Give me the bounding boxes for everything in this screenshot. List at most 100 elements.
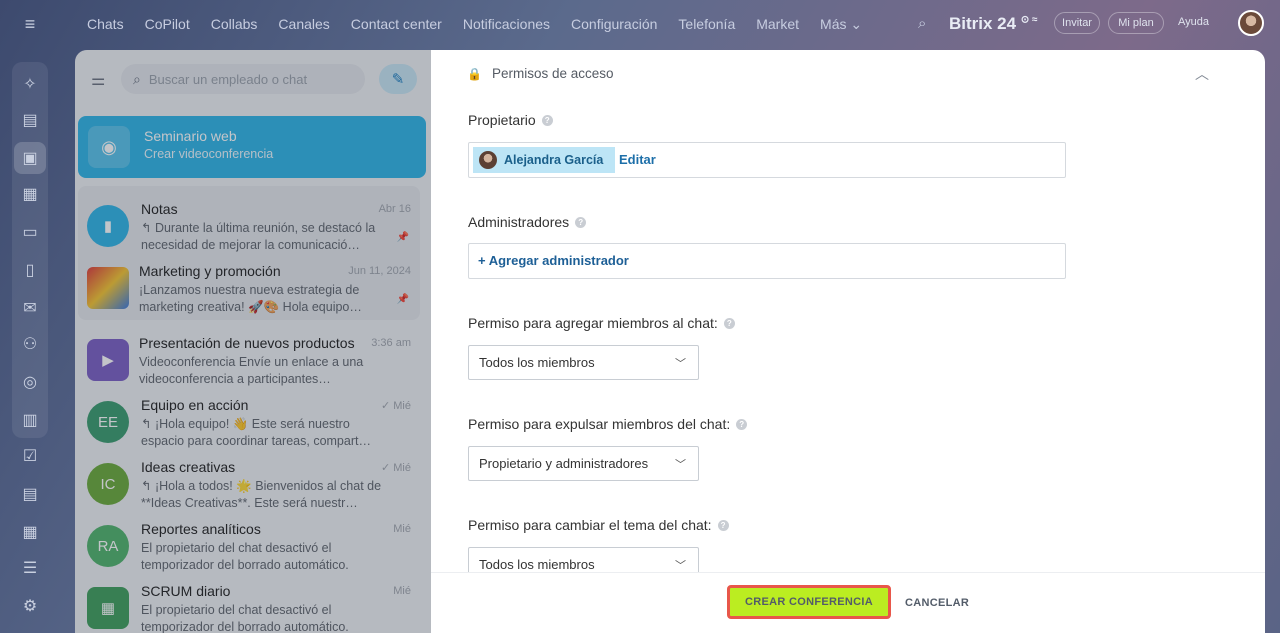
chat-item-marketing[interactable]: Marketing y promoción Jun 11, 2024 ¡Lanz… [75,258,431,320]
chat-date: ✓ Mié [381,462,411,474]
chat-date: Jun 11, 2024 [348,265,411,277]
webinar-item[interactable]: ◉ Seminario web Crear videoconferencia [78,116,426,178]
nav-collabs[interactable]: Collabs [211,16,258,33]
collab-icon[interactable]: ◎ [14,366,46,398]
filter-icon[interactable]: ⚌ [91,70,109,89]
brand-mark: ⊙ ≈ [1020,14,1038,26]
search-placeholder: Buscar un empleado o chat [148,71,308,87]
help-icon[interactable]: ? [723,317,735,329]
invite-button[interactable]: Invitar [1054,12,1100,34]
user-avatar[interactable] [1238,10,1264,36]
help-icon[interactable]: ? [717,519,729,531]
copilot-icon[interactable]: ✧ [14,68,46,100]
kick-members-permission-select[interactable]: Propietario y administradores ﹀ [468,446,699,481]
mail-icon[interactable]: ✉ [14,292,46,324]
chat-name: Presentación de nuevos productos [139,335,355,351]
kick-members-label-text: Permiso para expulsar miembros del chat: [468,416,731,432]
filter-icon[interactable]: ☰ [14,552,46,584]
kick-members-permission-label: Permiso para expulsar miembros del chat:… [468,416,748,432]
drive-icon[interactable]: ▭ [14,216,46,248]
left-rail: ≡ ✧ ▤ ▣ ▦ ▭ ▯ ✉ ⚇ ◎ ▥ ☑ ▤ ▦ ☰ ⚙ [0,0,60,633]
docs-icon[interactable]: ▯ [14,254,46,286]
chat-preview: El propietario del chat desactivó el tem… [141,541,349,572]
owner-name: Alejandra García [504,153,604,167]
chat-item-notas[interactable]: ▮ Notas Abr 16 ↰ Durante la última reuni… [75,196,431,258]
board-icon[interactable]: ▥ [14,404,46,436]
contacts-icon[interactable]: ▤ [14,478,46,510]
groups-icon[interactable]: ⚇ [14,328,46,360]
chevron-down-icon: ﹀ [675,560,686,572]
chat-item-presentacion[interactable]: ▶ Presentación de nuevos productos 3:36 … [75,330,431,392]
new-chat-button[interactable]: ✎ [379,64,417,94]
help-button[interactable]: Ayuda [1178,16,1209,28]
chat-name: Notas [141,201,178,217]
my-plan-button[interactable]: Mi plan [1108,12,1164,34]
chevron-down-icon: ﹀ [675,358,686,370]
chat-search-input[interactable]: ⌕ Buscar un empleado o chat [121,64,365,94]
help-icon[interactable]: ? [541,114,553,126]
chat-name: Equipo en acción [141,397,249,413]
feed-icon[interactable]: ▤ [14,104,46,136]
bookmark-icon: ▮ [87,205,129,247]
edit-owner-link[interactable]: Editar [619,152,656,167]
webinar-subtitle: Crear videoconferencia [144,147,274,161]
nav-market[interactable]: Market [756,16,799,33]
top-search-icon[interactable]: ⌕ [918,15,926,32]
chat-date: 3:36 am [371,337,411,349]
brand-name: Bitrix 24 [949,14,1017,33]
help-icon[interactable]: ? [575,216,587,228]
schedule-icon[interactable]: ▦ [14,516,46,548]
add-admin-link[interactable]: + Agregar administrador [478,253,629,268]
search-icon: ⌕ [133,70,141,87]
nav-copilot[interactable]: CoPilot [145,16,190,33]
owner-chip[interactable]: Alejandra García [473,147,616,173]
chat-date: ✓ Mié [381,400,411,412]
chevron-up-icon[interactable]: ︿ [1195,64,1209,84]
tasks-icon[interactable]: ☑ [14,440,46,472]
add-members-permission-label: Permiso para agregar miembros al chat:? [468,315,735,331]
calendar-icon[interactable]: ▦ [14,178,46,210]
nav-configuracion[interactable]: Configuración [571,16,657,33]
nav-more[interactable]: Más ⌄ [820,16,862,33]
chat-preview: ↰ ¡Hola equipo! 👋 Este será nuestro espa… [141,417,371,448]
chat-icon[interactable]: ▣ [14,142,46,174]
chat-date: Abr 16 [378,203,411,215]
nav-telefonia[interactable]: Telefonía [678,16,735,33]
nav-contact-center[interactable]: Contact center [351,16,442,33]
marketing-avatar [87,267,129,309]
chat-preview: Videoconferencia Envíe un enlace a una v… [139,355,364,386]
add-members-permission-select[interactable]: Todos los miembros ﹀ [468,345,699,380]
owner-field: Alejandra García Editar [468,142,1066,178]
nav-notificaciones[interactable]: Notificaciones [463,16,550,33]
chat-item-scrum[interactable]: ▦ SCRUM diario Mié El propietario del ch… [75,578,431,633]
chat-preview: ¡Lanzamos nuestra nueva estrategia de ma… [139,283,362,314]
chat-initials-avatar: IC [87,463,129,505]
conference-settings-panel: 🔒 Permisos de acceso ︿ Propietario? Alej… [431,50,1265,633]
settings-gear-icon[interactable]: ⚙ [14,590,46,622]
select-value: Todos los miembros [479,355,595,370]
chat-item-equipo[interactable]: EE Equipo en acción ✓ Mié ↰ ¡Hola equipo… [75,392,431,454]
chat-initials-avatar: EE [87,401,129,443]
chat-date: Mié [393,585,411,597]
help-icon[interactable]: ? [736,418,748,430]
calendar-icon: ▦ [87,587,129,629]
pin-icon: 📌 [396,232,409,243]
chat-item-ideas[interactable]: IC Ideas creativas ✓ Mié ↰ ¡Hola a todos… [75,454,431,516]
create-conference-button[interactable]: CREAR CONFERENCIA [727,585,891,619]
chat-date: Mié [393,523,411,535]
nav-chats[interactable]: Chats [87,16,124,33]
add-members-label-text: Permiso para agregar miembros al chat: [468,315,718,331]
chat-name: Ideas creativas [141,459,236,475]
access-permissions-header[interactable]: 🔒 Permisos de acceso [467,66,614,81]
video-icon: ▶ [87,339,129,381]
chat-preview: El propietario del chat desactivó el tem… [141,603,349,633]
select-value: Todos los miembros [479,557,595,572]
nav-canales[interactable]: Canales [278,16,329,33]
top-bar: Chats CoPilot Collabs Canales Contact ce… [60,0,1280,50]
owner-label-text: Propietario [468,112,536,128]
chat-item-reportes[interactable]: RA Reportes analíticos Mié El propietari… [75,516,431,578]
menu-icon[interactable]: ≡ [18,12,42,36]
cancel-button[interactable]: CANCELAR [905,597,969,609]
admins-label: Administradores? [468,214,587,230]
camera-icon: ◉ [88,126,130,168]
